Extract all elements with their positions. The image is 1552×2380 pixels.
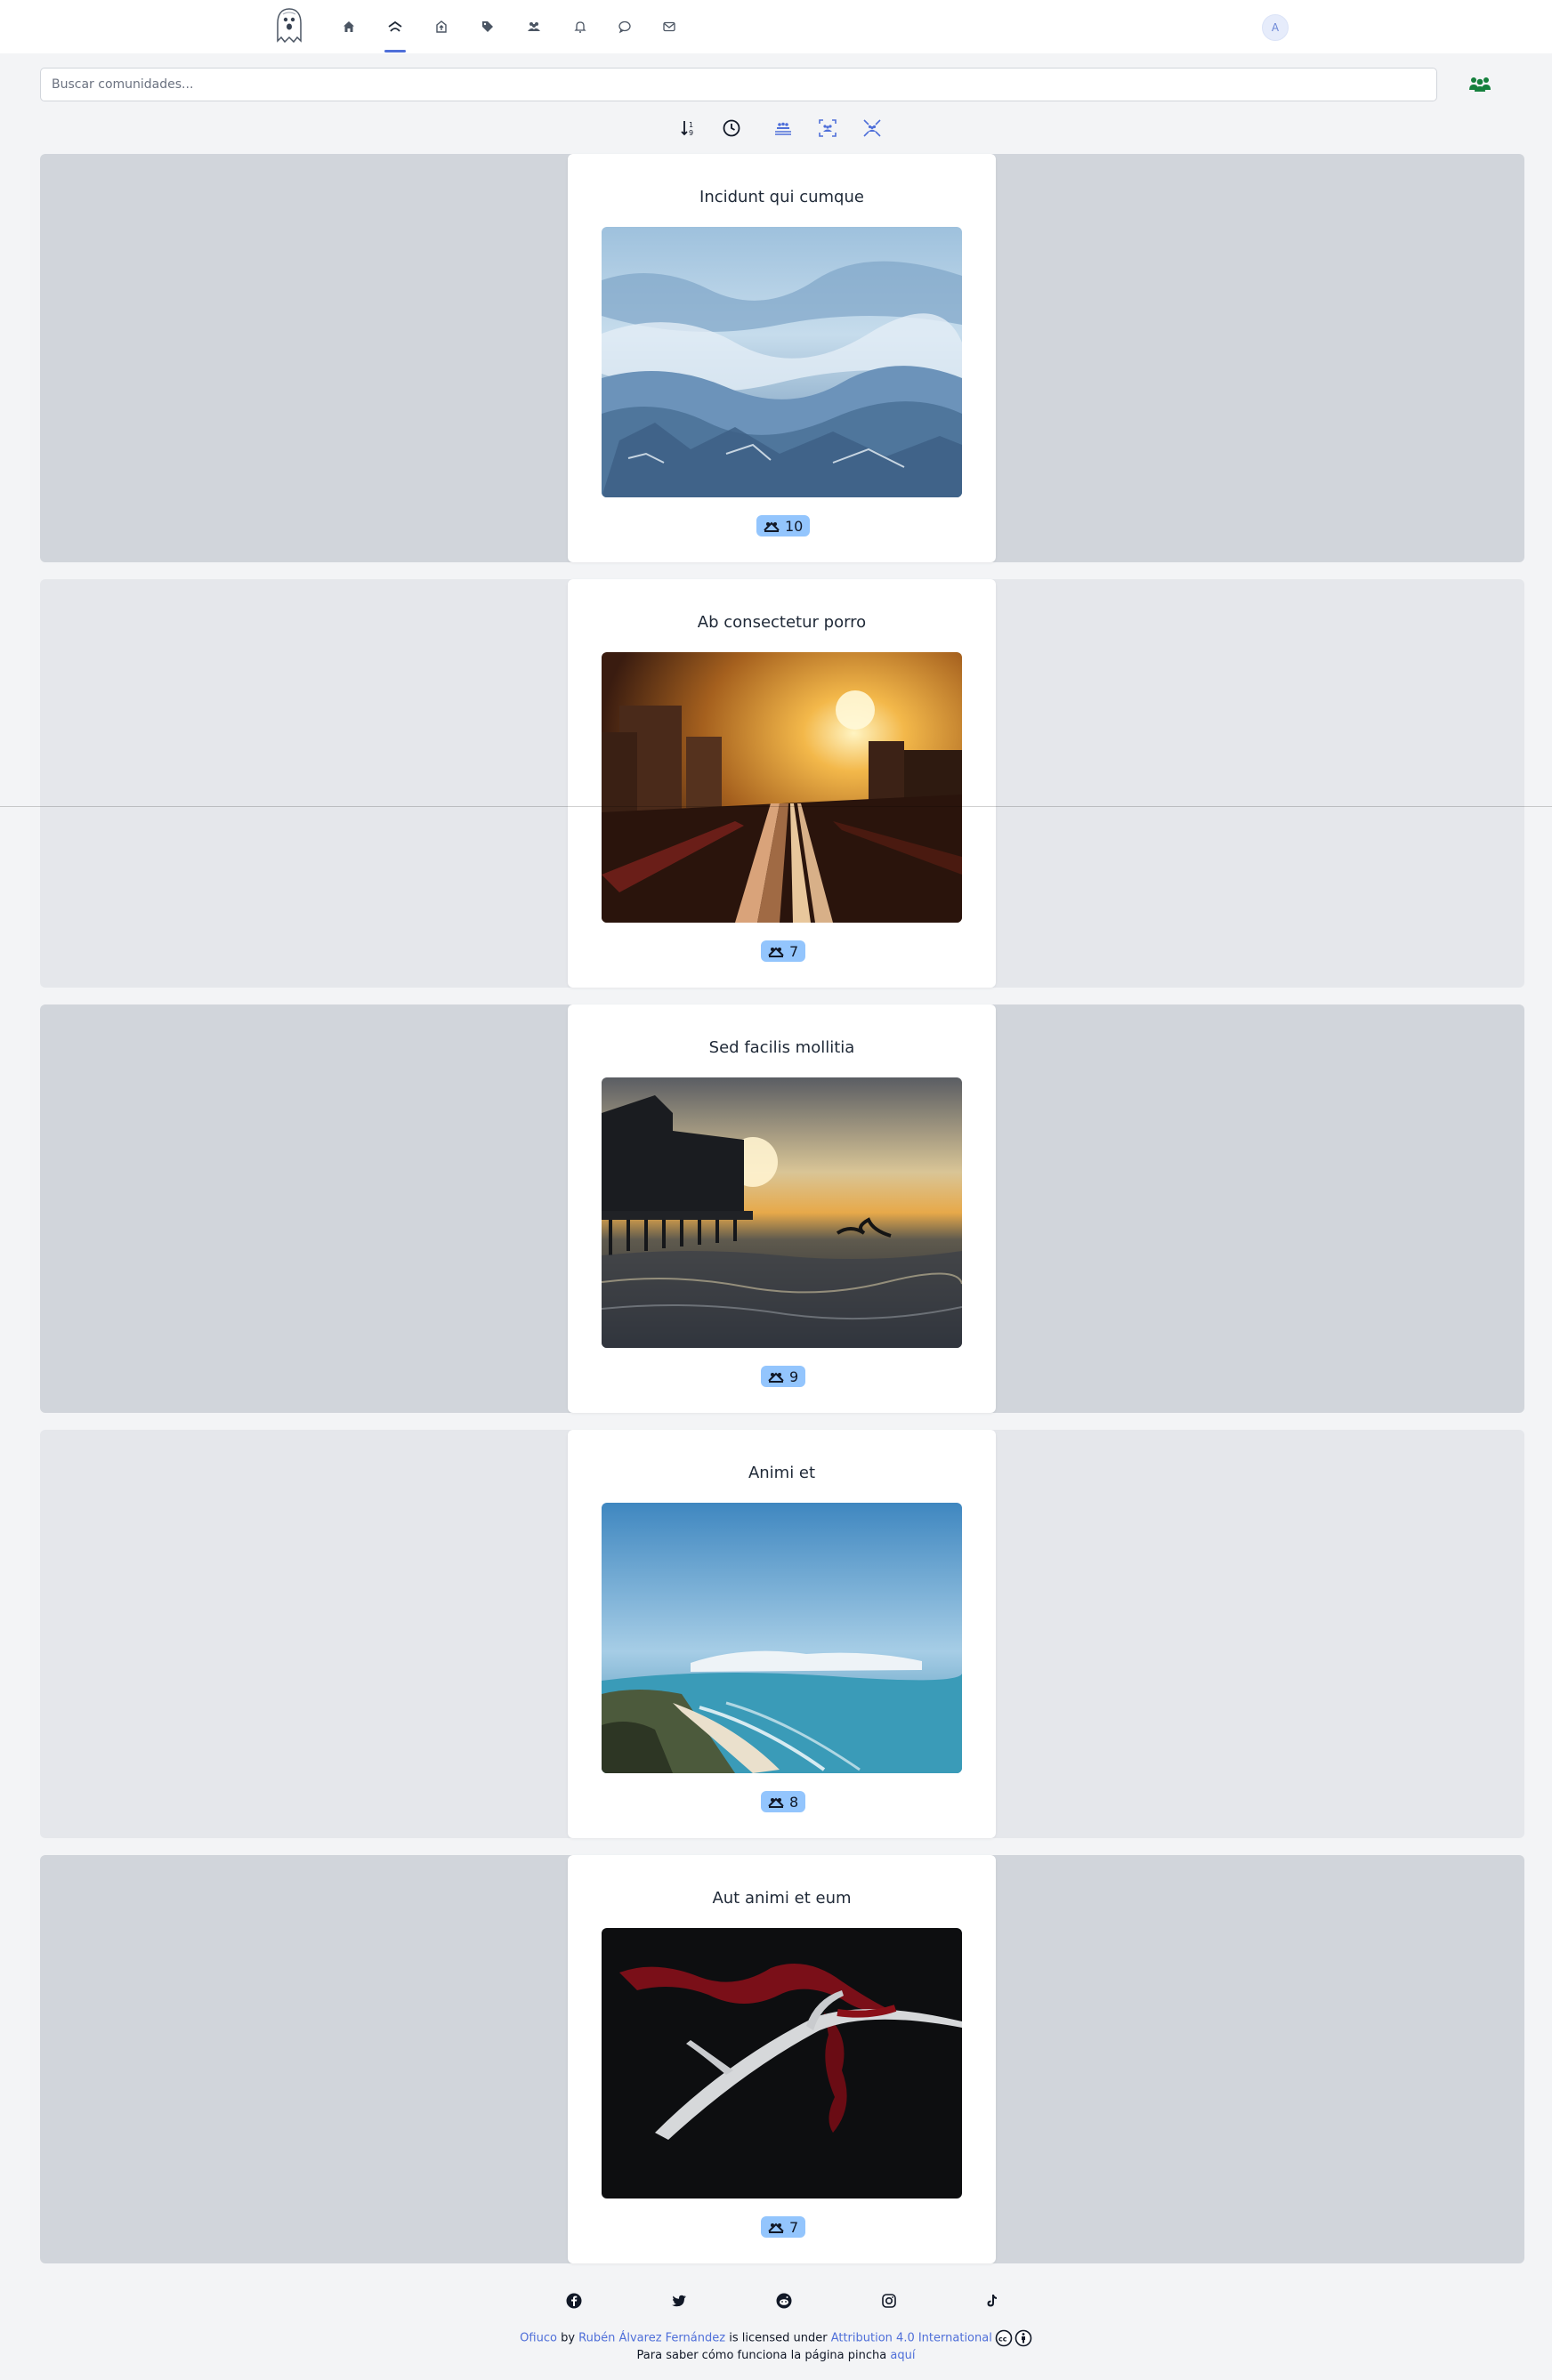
svg-text:1: 1	[689, 121, 693, 129]
svg-text:9: 9	[689, 129, 693, 137]
cc-icon: cc	[995, 2329, 1013, 2347]
instagram-icon[interactable]	[879, 2291, 899, 2311]
community-image	[602, 227, 962, 497]
community-members-icon	[764, 521, 780, 532]
chat-icon[interactable]	[614, 16, 635, 37]
users-group-icon	[1469, 77, 1491, 92]
community-card[interactable]: Ab consectetur porro 7	[568, 579, 996, 988]
community-image	[602, 1077, 962, 1348]
search-input[interactable]	[40, 68, 1437, 101]
member-count-badge: 9	[761, 1366, 806, 1387]
top-navbar: A	[0, 0, 1552, 53]
member-count-badge: 7	[761, 940, 806, 962]
ghost-logo-icon[interactable]	[272, 5, 306, 46]
layout-expand-icon[interactable]	[860, 116, 885, 141]
member-count-badge: 10	[756, 515, 811, 537]
community-title: Sed facilis mollitia	[708, 1038, 855, 1057]
users-icon[interactable]	[523, 16, 545, 37]
community-card[interactable]: Incidunt qui cumque 10	[568, 154, 996, 562]
site-link[interactable]: Ofiuco	[520, 2332, 557, 2345]
reddit-icon[interactable]	[774, 2291, 794, 2311]
community-card[interactable]: Animi et 8	[568, 1430, 996, 1838]
communities-icon[interactable]	[384, 16, 406, 37]
member-count: 10	[785, 517, 804, 535]
tag-icon[interactable]	[477, 16, 498, 37]
member-count: 9	[789, 1367, 799, 1385]
home-icon[interactable]	[338, 16, 360, 37]
attribution-icon	[1014, 2329, 1032, 2347]
community-members-icon	[768, 947, 784, 957]
member-count: 8	[789, 1793, 799, 1811]
community-card[interactable]: Aut animi et eum 7	[568, 1855, 996, 2263]
user-avatar[interactable]: A	[1262, 14, 1289, 41]
clock-icon[interactable]	[719, 116, 744, 141]
community-image	[602, 1503, 962, 1773]
member-count-badge: 8	[761, 1791, 806, 1812]
by-text: by	[561, 2331, 576, 2345]
community-image	[602, 1928, 962, 2198]
help-text: Para saber cómo funciona la página pinch…	[636, 2349, 887, 2362]
help-notice: Para saber cómo funciona la página pinch…	[0, 2349, 1552, 2362]
layout-list-icon[interactable]	[771, 116, 796, 141]
community-members-icon	[768, 2223, 784, 2233]
community-members-icon	[768, 1797, 784, 1808]
member-count: 7	[789, 2218, 799, 2236]
member-count: 7	[789, 942, 799, 960]
author-link[interactable]: Rubén Álvarez Fernández	[578, 2332, 725, 2345]
license-link[interactable]: Attribution 4.0 International	[831, 2332, 992, 2345]
help-link[interactable]: aquí	[890, 2349, 915, 2362]
community-title: Animi et	[748, 1464, 816, 1482]
twitter-icon[interactable]	[669, 2291, 689, 2311]
community-image	[602, 652, 962, 923]
svg-text:cc: cc	[998, 2336, 1007, 2344]
bell-icon[interactable]	[570, 16, 591, 37]
community-title: Aut animi et eum	[712, 1889, 852, 1908]
tiktok-icon[interactable]	[982, 2291, 1001, 2311]
member-count-badge: 7	[761, 2216, 806, 2238]
active-nav-indicator	[384, 50, 406, 52]
layout-grid-icon[interactable]	[815, 116, 840, 141]
licensed-text: is licensed under	[729, 2331, 828, 2345]
mail-icon[interactable]	[659, 16, 680, 37]
community-members-icon	[768, 1372, 784, 1383]
community-title: Incidunt qui cumque	[699, 188, 864, 206]
facebook-icon[interactable]	[564, 2291, 584, 2311]
community-title: Ab consectetur porro	[697, 613, 867, 632]
create-community-button[interactable]	[1467, 73, 1493, 96]
sort-icon[interactable]: 19	[676, 116, 701, 141]
upload-icon[interactable]	[431, 16, 452, 37]
license-notice: Ofiuco by Rubén Álvarez Fernández is lic…	[0, 2329, 1552, 2347]
community-card[interactable]: Sed facilis mollitia 9	[568, 1004, 996, 1413]
